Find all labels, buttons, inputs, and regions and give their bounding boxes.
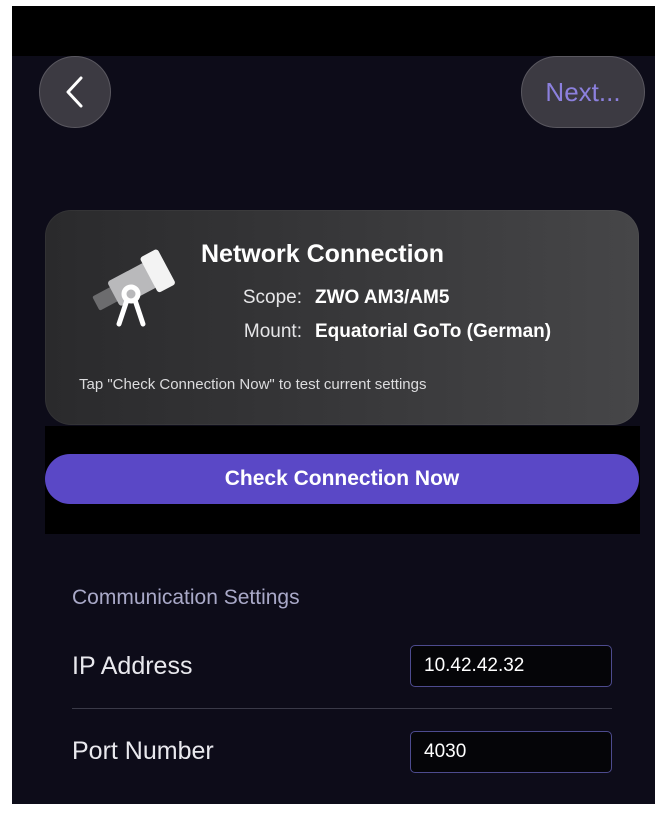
card-hint: Tap "Check Connection Now" to test curre… [79,376,427,393]
card-title: Network Connection [201,240,445,268]
chevron-left-icon [66,76,83,108]
back-button[interactable] [39,56,111,128]
check-connection-label: Check Connection Now [224,467,460,490]
next-button[interactable]: Next... [521,56,645,128]
connection-card: Network Connection Scope: ZWO AM3/AM5 Mo… [45,210,639,425]
ip-address-input[interactable] [410,645,612,687]
check-connection-button[interactable]: Check Connection Now [45,454,639,504]
port-number-label: Port Number [72,737,214,765]
scope-label: Scope: [242,287,302,308]
scope-value: ZWO AM3/AM5 [315,287,450,308]
next-button-label: Next... [545,76,621,107]
port-number-input[interactable] [410,731,612,773]
telescope-icon [92,249,175,327]
divider [72,708,612,709]
app-screen: Next... Network Connection Scope: ZWO AM… [12,6,655,804]
status-bar [12,6,655,56]
mount-label: Mount: [243,321,302,342]
ip-address-label: IP Address [72,652,193,680]
section-title: Communication Settings [72,586,300,609]
mount-value: Equatorial GoTo (German) [315,321,552,342]
